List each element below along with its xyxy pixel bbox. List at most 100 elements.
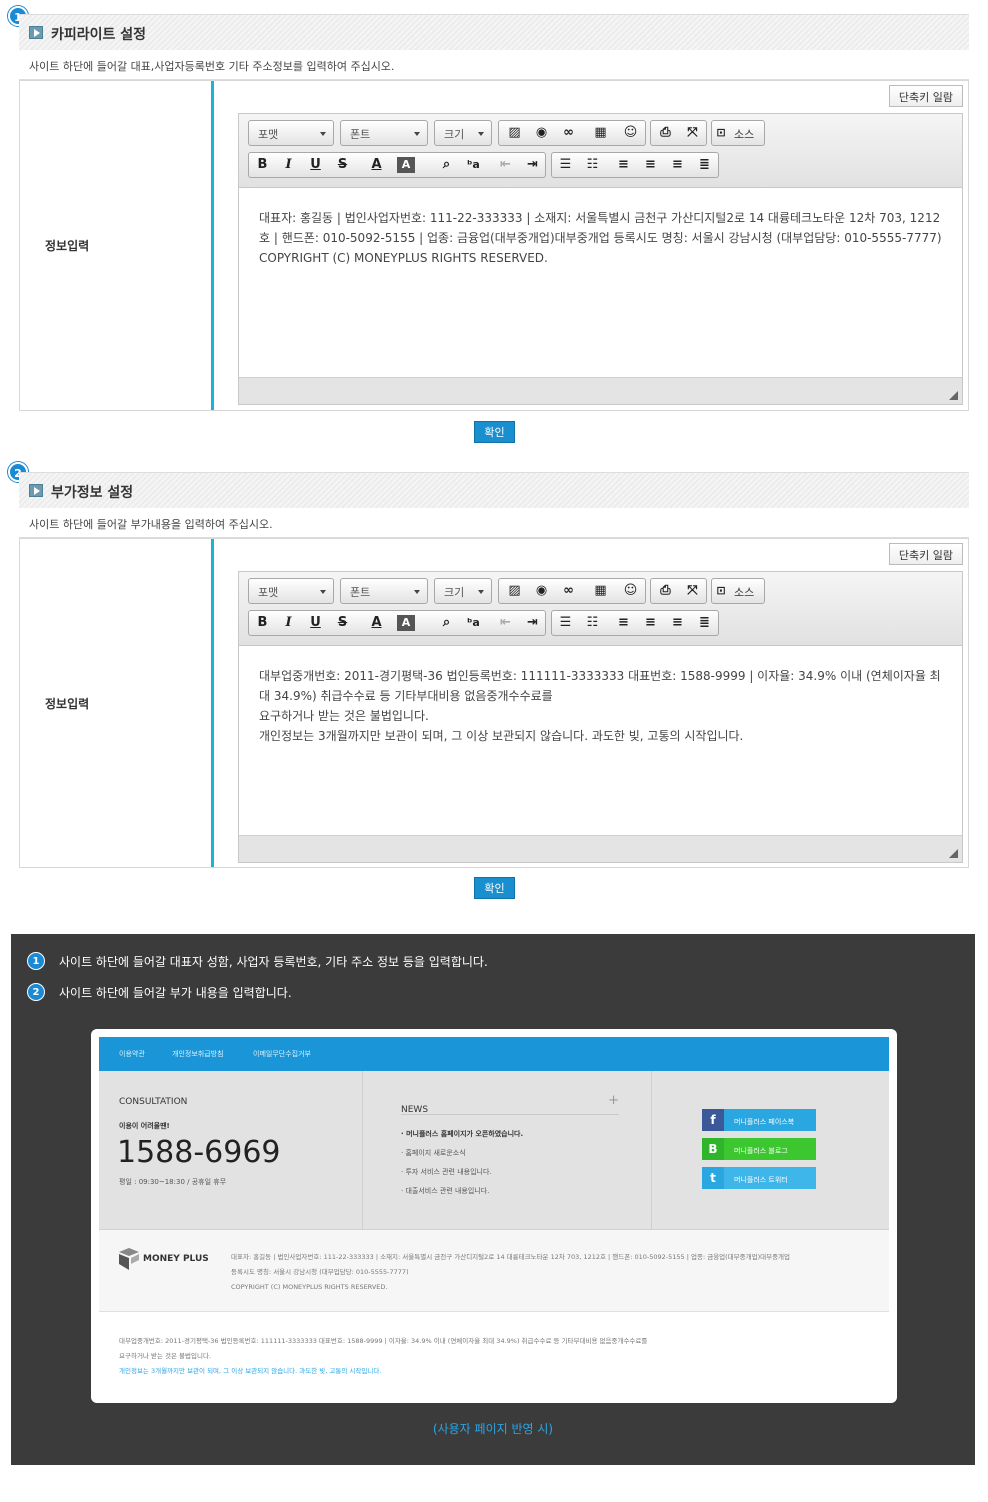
bold-icon[interactable]: B bbox=[249, 611, 276, 635]
bg-color-icon[interactable]: A bbox=[397, 157, 415, 173]
bold-icon[interactable]: B bbox=[249, 153, 276, 177]
nav-privacy[interactable]: 개인정보취급방침 bbox=[172, 1049, 224, 1059]
content-line: 개인정보는 3개월까지만 보관이 되며, 그 이상 보관되지 않습니다. 과도한… bbox=[259, 729, 744, 743]
table-icon[interactable]: ▦ bbox=[587, 579, 614, 603]
italic-icon[interactable]: I bbox=[275, 153, 302, 177]
list-align-group: ☰ ☷ ≡ ≡ ≡ ≣ bbox=[551, 610, 719, 636]
flash-icon[interactable]: ◉ bbox=[528, 579, 555, 603]
unordered-list-icon[interactable]: ☷ bbox=[579, 611, 606, 635]
consult-title: CONSULTATION bbox=[119, 1097, 188, 1107]
print-icon[interactable]: ⎙ bbox=[652, 121, 679, 145]
strike-icon[interactable]: S bbox=[329, 611, 356, 635]
editor-toolbar: 포맷 폰트 크기 ▨ ◉ ∞ ▦ ☺ ⎙ ⤧ ⊡ 소스 B I U S A A … bbox=[239, 572, 962, 646]
search-icon[interactable]: ⌕ bbox=[433, 611, 460, 635]
link-icon[interactable]: ∞ bbox=[555, 121, 582, 145]
twitter-link[interactable]: t 머니플러스 트위터 bbox=[702, 1167, 816, 1189]
underline-icon[interactable]: U bbox=[302, 611, 329, 635]
justify-icon[interactable]: ≣ bbox=[691, 153, 718, 177]
content-line: 대부업중개번호: 2011-경기평택-36 법인등록번호: 111111-333… bbox=[259, 669, 941, 703]
explanation-panel: 1 사이트 하단에 들어갈 대표자 성함, 사업자 등록번호, 기타 주소 정보… bbox=[11, 934, 975, 1465]
news-item[interactable]: · 투자 서비스 관련 내용입니다. bbox=[401, 1167, 492, 1177]
source-button[interactable]: ⊡ 소스 bbox=[711, 578, 765, 604]
preview-caption: (사용자 페이지 반영 시) bbox=[432, 1422, 554, 1436]
font-dropdown[interactable]: 폰트 bbox=[340, 578, 428, 604]
field-label: 정보입력 bbox=[45, 239, 90, 253]
align-left-icon[interactable]: ≡ bbox=[610, 611, 637, 635]
font-dropdown[interactable]: 폰트 bbox=[340, 120, 428, 146]
fullscreen-icon[interactable]: ⤧ bbox=[679, 121, 706, 145]
note-1: 1 사이트 하단에 들어갈 대표자 성함, 사업자 등록번호, 기타 주소 정보… bbox=[27, 952, 488, 970]
unordered-list-icon[interactable]: ☷ bbox=[579, 153, 606, 177]
italic-icon[interactable]: I bbox=[275, 611, 302, 635]
image-icon[interactable]: ▨ bbox=[501, 121, 528, 145]
image-icon[interactable]: ▨ bbox=[501, 579, 528, 603]
font-color-icon[interactable]: A bbox=[363, 153, 390, 177]
smiley-icon[interactable]: ☺ bbox=[617, 121, 644, 145]
news-item[interactable]: · 홈페이지 새로운소식 bbox=[401, 1148, 466, 1158]
align-right-icon[interactable]: ≡ bbox=[664, 611, 691, 635]
replace-icon[interactable]: ᵇa bbox=[460, 611, 487, 635]
news-title: NEWS bbox=[401, 1105, 429, 1115]
extra-info-footer: 대부업중개번호: 2011-경기평택-36 법인등록번호: 111111-333… bbox=[99, 1311, 889, 1403]
search-icon[interactable]: ⌕ bbox=[433, 153, 460, 177]
table-icon[interactable]: ▦ bbox=[587, 121, 614, 145]
resize-handle[interactable] bbox=[239, 377, 962, 404]
confirm-button[interactable]: 확인 bbox=[474, 877, 515, 899]
editor-content[interactable]: 대부업중개번호: 2011-경기평택-36 법인등록번호: 111111-333… bbox=[239, 646, 962, 766]
bg-color-icon[interactable]: A bbox=[397, 615, 415, 631]
resize-handle[interactable] bbox=[239, 835, 962, 862]
hours: 평일 : 09:30~18:30 / 공휴일 휴무 bbox=[119, 1178, 227, 1186]
indent-icon[interactable]: ⇥ bbox=[519, 611, 546, 635]
editor-content[interactable]: 대표자: 홍길동 | 법인사업자번호: 111-22-333333 | 소재지:… bbox=[239, 188, 962, 288]
news-block: NEWS + · 머니플러스 홈페이지가 오픈하였습니다. · 홈페이지 새로운… bbox=[363, 1071, 652, 1229]
nav-email-refusal[interactable]: 이메일무단수집거부 bbox=[253, 1049, 311, 1059]
format-dropdown[interactable]: 포맷 bbox=[248, 120, 334, 146]
source-label: 소스 bbox=[734, 128, 755, 141]
footer-preview: 이용약관 개인정보취급방침 이메일무단수집거부 CONSULTATION 이용이… bbox=[91, 1029, 897, 1403]
news-item[interactable]: · 대출서비스 관련 내용입니다. bbox=[401, 1186, 489, 1196]
size-dropdown[interactable]: 크기 bbox=[434, 578, 492, 604]
outdent-icon[interactable]: ⇤ bbox=[492, 153, 519, 177]
plus-icon[interactable]: + bbox=[608, 1093, 619, 1108]
align-left-icon[interactable]: ≡ bbox=[610, 153, 637, 177]
replace-icon[interactable]: ᵇa bbox=[460, 153, 487, 177]
align-center-icon[interactable]: ≡ bbox=[637, 611, 664, 635]
link-icon[interactable]: ∞ bbox=[555, 579, 582, 603]
align-right-icon[interactable]: ≡ bbox=[664, 153, 691, 177]
twitter-icon: t bbox=[702, 1167, 724, 1189]
source-label: 소스 bbox=[734, 586, 755, 599]
nav-terms[interactable]: 이용약관 bbox=[119, 1049, 145, 1059]
format-dropdown[interactable]: 포맷 bbox=[248, 578, 334, 604]
view-group: ⎙ ⤧ bbox=[650, 578, 707, 604]
print-icon[interactable]: ⎙ bbox=[652, 579, 679, 603]
blog-icon: B bbox=[702, 1138, 724, 1160]
size-dropdown[interactable]: 크기 bbox=[434, 120, 492, 146]
fullscreen-icon[interactable]: ⤧ bbox=[679, 579, 706, 603]
copyright-section: 카피라이트 설정 사이트 하단에 들어갈 대표,사업자등록번호 기타 주소정보를… bbox=[19, 14, 969, 454]
smiley-icon[interactable]: ☺ bbox=[617, 579, 644, 603]
sns-block: f 머니플러스 페이스북 B 머니플러스 블로그 t 머니플러스 트위터 bbox=[652, 1071, 889, 1229]
preview-info-area: CONSULTATION 이용이 어려울땐! 1588-6969 평일 : 09… bbox=[99, 1071, 889, 1229]
align-center-icon[interactable]: ≡ bbox=[637, 153, 664, 177]
form-row: 정보입력 단축키 일람 포맷 폰트 크기 ▨ ◉ ∞ ▦ ☺ ⎙ ⤧ ⊡ 소스 … bbox=[19, 538, 969, 868]
strike-icon[interactable]: S bbox=[329, 153, 356, 177]
blog-link[interactable]: B 머니플러스 블로그 bbox=[702, 1138, 816, 1160]
indent-icon[interactable]: ⇥ bbox=[519, 153, 546, 177]
confirm-button[interactable]: 확인 bbox=[474, 421, 515, 443]
ordered-list-icon[interactable]: ☰ bbox=[552, 611, 579, 635]
underline-icon[interactable]: U bbox=[302, 153, 329, 177]
note-text: 사이트 하단에 들어갈 대표자 성함, 사업자 등록번호, 기타 주소 정보 등… bbox=[59, 954, 488, 969]
outdent-icon[interactable]: ⇤ bbox=[492, 611, 519, 635]
section-title: 부가정보 설정 bbox=[51, 485, 134, 501]
content-line: 요구하거나 받는 것은 불법입니다. bbox=[259, 709, 429, 723]
facebook-link[interactable]: f 머니플러스 페이스북 bbox=[702, 1109, 816, 1131]
ordered-list-icon[interactable]: ☰ bbox=[552, 153, 579, 177]
shortcut-list-button[interactable]: 단축키 일람 bbox=[888, 85, 963, 107]
news-item[interactable]: · 머니플러스 홈페이지가 오픈하였습니다. bbox=[401, 1129, 523, 1139]
shortcut-list-button[interactable]: 단축키 일람 bbox=[888, 543, 963, 565]
flash-icon[interactable]: ◉ bbox=[528, 121, 555, 145]
source-button[interactable]: ⊡ 소스 bbox=[711, 120, 765, 146]
font-color-icon[interactable]: A bbox=[363, 611, 390, 635]
justify-icon[interactable]: ≣ bbox=[691, 611, 718, 635]
rich-text-editor: 포맷 폰트 크기 ▨ ◉ ∞ ▦ ☺ ⎙ ⤧ ⊡ 소스 B I U S A A … bbox=[238, 571, 963, 863]
